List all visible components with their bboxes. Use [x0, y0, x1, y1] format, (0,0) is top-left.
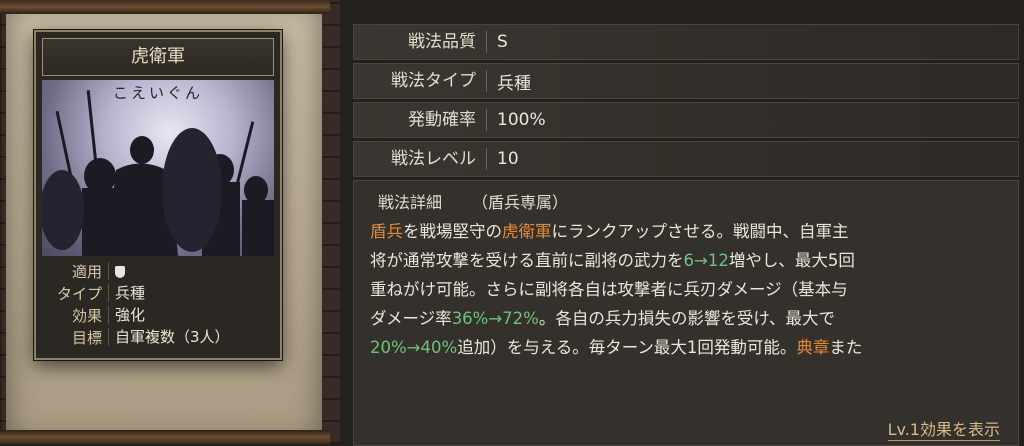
info-row-type: タイプ 兵種: [42, 282, 274, 304]
stat-row-type: 戦法タイプ 兵種: [353, 63, 1019, 99]
stat-value: S: [497, 32, 508, 52]
description-line: 盾兵を戦場堅守の虎衛軍にランクアップさせる。戦闘中、自軍主: [370, 217, 1000, 246]
stat-row-level: 戦法レベル 10: [353, 141, 1019, 177]
detail-tag: （盾兵専属）: [472, 193, 569, 212]
text-segment: 追加）を与える。毎ターン最大1回発動可能。: [457, 338, 797, 357]
info-row-effect: 効果 強化: [42, 304, 274, 326]
info-row-target: 目標 自軍複数（3人）: [42, 326, 274, 348]
value-highlight: 36%→72%: [451, 309, 539, 328]
detail-header: 戦法詳細 （盾兵専属）: [378, 189, 598, 213]
keyword-general-name: 典章: [796, 338, 830, 357]
text-fade-overlay: [354, 387, 1018, 417]
info-label: 効果: [71, 306, 102, 325]
tactic-detail-panel: 戦法品質 S 戦法タイプ 兵種 発動確率 100% 戦法レベル 10 戦法詳細 （…: [353, 24, 1019, 446]
scroll-rod-bottom: [0, 430, 330, 444]
show-lv1-effect-link[interactable]: Lv.1効果を表示: [887, 416, 1000, 441]
info-row-apply: 適用: [42, 260, 274, 282]
info-value: 強化: [108, 306, 145, 324]
info-value: 兵種: [108, 284, 145, 302]
detail-label: 戦法詳細: [378, 193, 443, 212]
tactic-detail[interactable]: 戦法詳細 （盾兵専属） 盾兵を戦場堅守の虎衛軍にランクアップさせる。戦闘中、自軍主…: [353, 180, 1019, 446]
description-line: ダメージ率36%→72%。各自の兵力損失の影響を受け、最大で: [370, 304, 1000, 333]
description-line: 将が通常攻撃を受ける直前に副将の武力を6→12増やし、最大5回: [370, 246, 1000, 275]
text-segment: ダメージ率: [370, 309, 452, 328]
text-segment: を戦場堅守の: [403, 222, 502, 241]
card-illustration: こえいぐん: [42, 80, 274, 256]
detail-description: 盾兵を戦場堅守の虎衛軍にランクアップさせる。戦闘中、自軍主 将が通常攻撃を受ける…: [370, 217, 1000, 362]
description-line: 20%→40%追加）を与える。毎ターン最大1回発動可能。典章また: [370, 333, 1000, 362]
text-segment: にランクアップさせる。戦闘中、自軍主: [551, 222, 849, 241]
keyword-tactic-name: 虎衛軍: [502, 222, 552, 241]
value-highlight: 20%→40%: [370, 338, 458, 357]
info-value: [108, 262, 125, 280]
text-segment: また: [829, 338, 863, 357]
info-label: 適用: [71, 262, 102, 281]
text-segment: 将が通常攻撃を受ける直前に副将の武力を: [370, 251, 684, 270]
card-info: 適用 タイプ 兵種 効果 強化 目標 自軍複数（3人）: [42, 260, 274, 352]
stat-row-quality: 戦法品質 S: [353, 24, 1019, 60]
stat-value: 兵種: [497, 73, 531, 94]
info-label: タイプ: [56, 284, 102, 303]
stat-label: 戦法レベル: [354, 148, 487, 170]
stat-row-rate: 発動確率 100%: [353, 102, 1019, 138]
stat-label: 戦法品質: [354, 31, 487, 53]
stat-label: 発動確率: [354, 109, 487, 131]
stat-label: 戦法タイプ: [354, 70, 487, 92]
description-line: 重ねがけ可能。さらに副将各自は攻撃者に兵刃ダメージ（基本与: [370, 275, 1000, 304]
shield-icon: [115, 265, 125, 278]
info-label: 目標: [71, 328, 102, 347]
text-segment: 。各自の兵力損失の影響を受け、最大で: [538, 309, 836, 328]
stat-value: 100%: [497, 110, 546, 130]
value-highlight: 6→12: [683, 251, 729, 270]
text-segment: 重ねがけ可能。さらに副将各自は攻撃者に兵刃ダメージ（基本与: [370, 280, 848, 299]
tactic-card: 虎衛軍 こえいぐん 適用 タイプ 兵種 効果 強化 目標 自軍複数（3人）: [34, 30, 282, 360]
shield-soldiers-silhouette: [42, 90, 274, 256]
info-value: 自軍複数（3人）: [108, 328, 230, 346]
card-reading: こえいぐん: [112, 84, 203, 102]
text-segment: 増やし、最大5回: [728, 251, 855, 270]
card-title: 虎衛軍: [42, 38, 274, 76]
keyword-shield-troop: 盾兵: [370, 222, 403, 241]
stat-value: 10: [497, 149, 519, 169]
scroll-rod-top: [0, 0, 330, 14]
